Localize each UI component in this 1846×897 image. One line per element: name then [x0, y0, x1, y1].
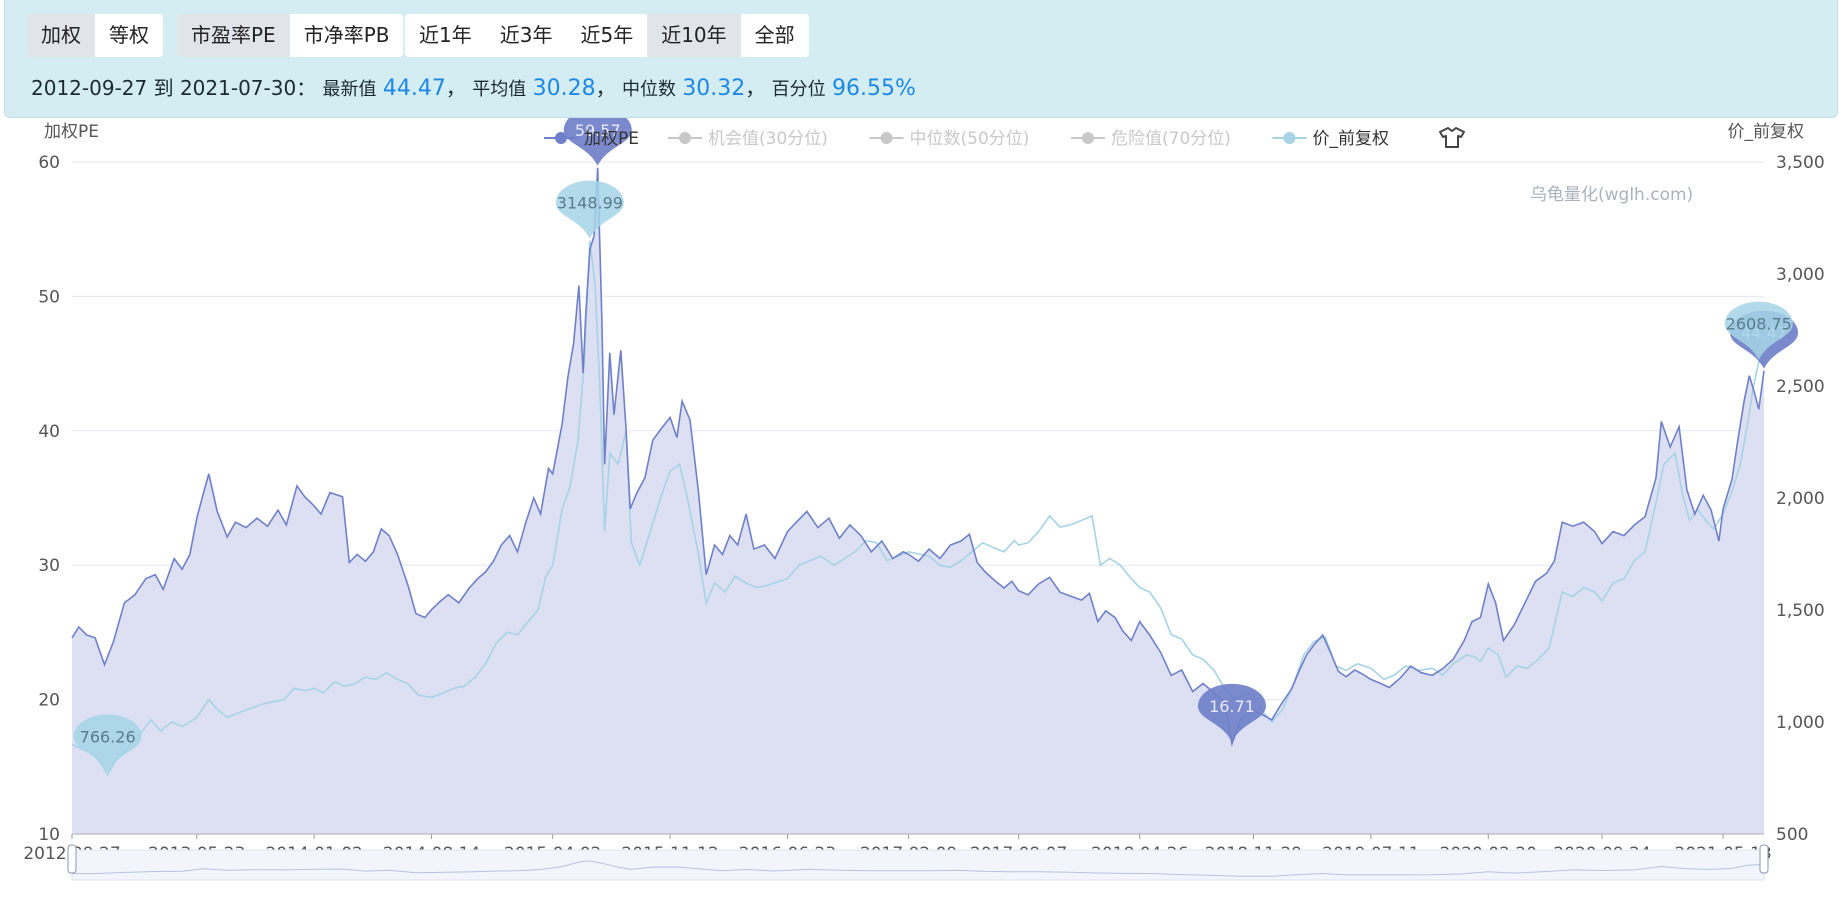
- theme-shirt-icon: [1439, 127, 1465, 148]
- range-button-10y[interactable]: 近10年: [647, 14, 741, 57]
- watermark-text: 乌龟量化(wglh.com): [1530, 185, 1693, 205]
- y-left-tick-label: 30: [38, 556, 60, 576]
- range-button-3y[interactable]: 近3年: [485, 14, 567, 57]
- median-value: 30.32: [682, 76, 746, 101]
- legend-item: 价_前复权: [1313, 129, 1390, 149]
- y-left-tick-label: 10: [38, 825, 60, 845]
- y-right-tick-label: 1,500: [1776, 601, 1825, 621]
- legend-item: 机会值(30分位): [708, 129, 828, 149]
- price-marker-label: 2608.75: [1726, 315, 1792, 334]
- mean-value: 30.28: [532, 76, 596, 101]
- mean-label: 平均值: [472, 79, 527, 100]
- weight-toggle: 加权 等权: [27, 14, 163, 57]
- pe-marker-label: 16.71: [1209, 697, 1255, 716]
- range-button-5y[interactable]: 近5年: [566, 14, 648, 57]
- y-right-axis-name: 价_前复权: [1728, 122, 1805, 142]
- range-toggle: 近1年 近3年 近5年 近10年 全部: [405, 14, 809, 57]
- metric-button-pe[interactable]: 市盈率PE: [177, 14, 290, 57]
- sep-1: ，: [445, 76, 466, 100]
- sep-2: ，: [595, 76, 616, 100]
- price-marker-label: 766.26: [80, 727, 136, 746]
- weight-button-equal[interactable]: 等权: [95, 14, 163, 57]
- pe-chart: 10 20 30 40 50 60 500 1,000 1,500 2,000 2,500 3,000…: [0, 107, 1846, 893]
- latest-value: 44.47: [382, 76, 446, 101]
- y-right-tick-label: 2,000: [1776, 489, 1825, 509]
- y-left-tick-label: 20: [38, 691, 60, 711]
- sep-3: ，: [745, 76, 766, 100]
- legend-item: 加权PE: [584, 129, 639, 149]
- summary-line: 2012-09-27 到 2021-07-30： 最新值 44.47， 平均值 …: [31, 72, 916, 101]
- metric-button-pb[interactable]: 市净率PB: [289, 14, 404, 57]
- y-right-tick-label: 3,000: [1776, 265, 1825, 285]
- y-right-tick-label: 1,000: [1776, 713, 1825, 733]
- legend-dot: [555, 132, 567, 144]
- percentile-label: 百分位: [771, 79, 826, 100]
- summary-end: 2021-07-30: [179, 76, 297, 100]
- legend-dot: [880, 132, 893, 144]
- zoom-handle-left: [67, 844, 77, 874]
- legend-dot: [679, 132, 691, 144]
- chart-canvas: 10 20 30 40 50 60 500 1,000 1,500 2,000 2,500 3,000…: [23, 107, 1825, 881]
- y-right-tick-label: 3,500: [1776, 153, 1825, 173]
- y-left-tick-label: 60: [38, 153, 60, 173]
- legend-item: 危险值(70分位): [1111, 129, 1231, 149]
- latest-label: 最新值: [322, 79, 377, 100]
- legend-dot: [1283, 132, 1296, 144]
- zoom-handle-right: [1759, 844, 1769, 874]
- y-right-tick-label: 500: [1776, 825, 1808, 845]
- y-left-axis-name: 加权PE: [44, 122, 99, 142]
- legend-dot: [1082, 132, 1094, 144]
- range-button-all[interactable]: 全部: [740, 14, 809, 57]
- percentile-value: 96.55%: [832, 76, 916, 101]
- zoom-slider-track: [71, 849, 1765, 881]
- y-left-tick-label: 50: [38, 287, 60, 307]
- summary-colon: ：: [296, 76, 317, 100]
- price-marker-label: 3148.99: [557, 194, 623, 213]
- legend-item: 中位数(50分位): [910, 129, 1030, 149]
- summary-start: 2012-09-27: [31, 76, 148, 100]
- weight-button-weighted[interactable]: 加权: [27, 14, 95, 57]
- summary-to: 到: [153, 76, 174, 100]
- median-label: 中位数: [621, 79, 676, 100]
- y-left-tick-label: 40: [38, 422, 60, 442]
- toolbar: 加权 等权 市盈率PE 市净率PB 近1年 近3年 近5年 近10年 全部 20…: [4, 0, 1838, 118]
- y-right-tick-label: 2,500: [1776, 377, 1825, 397]
- metric-toggle: 市盈率PE 市净率PB: [177, 14, 404, 57]
- range-button-1y[interactable]: 近1年: [405, 14, 486, 57]
